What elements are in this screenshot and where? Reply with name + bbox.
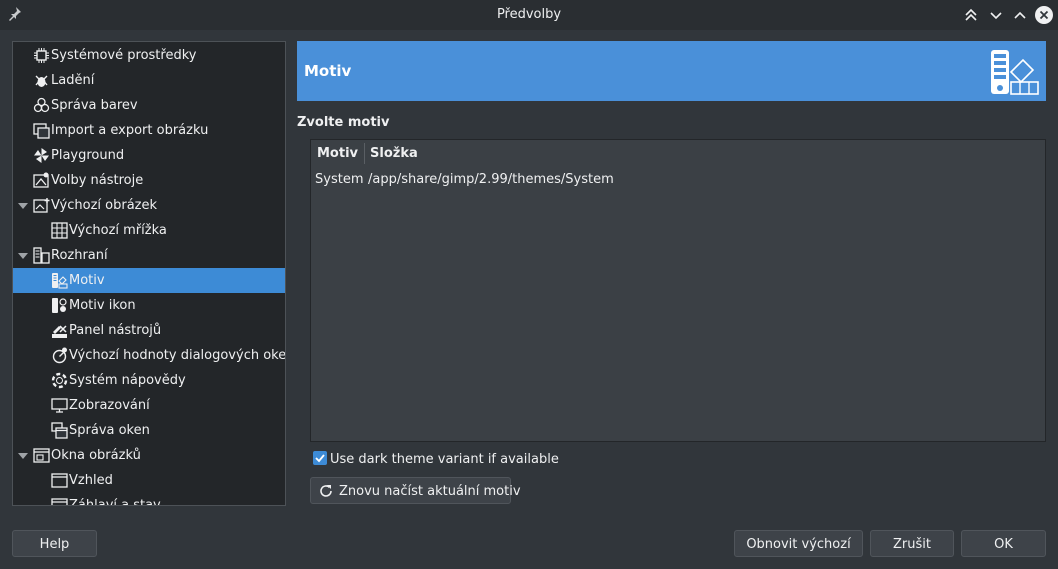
sidebar-item-grid[interactable]: Výchozí mřížka (13, 218, 285, 243)
import-export-icon (33, 122, 50, 139)
sidebar-item-help-system[interactable]: Systém nápovědy (13, 368, 285, 393)
column-header-folder[interactable]: Složka (370, 146, 418, 161)
sidebar-item-interface[interactable]: Rozhraní (13, 243, 285, 268)
cancel-label: Zrušit (893, 537, 931, 552)
help-label: Help (39, 537, 70, 552)
sidebar-item-label: Výchozí hodnoty dialogových oken (69, 348, 286, 363)
sidebar-item-label: Systémové prostředky (51, 48, 197, 63)
sidebar-item-label: Správa barev (51, 98, 138, 113)
tool-options-icon (33, 172, 50, 189)
sidebar-item-color-management[interactable]: Správa barev (13, 93, 285, 118)
sidebar-item-label: Správa oken (69, 423, 150, 438)
chevron-down-icon (990, 12, 1002, 20)
chevron-up-icon (1014, 11, 1026, 19)
column-header-theme[interactable]: Motiv (317, 146, 358, 161)
sidebar-item-label: Systém nápovědy (69, 373, 186, 388)
refresh-icon (318, 483, 334, 499)
dark-variant-label[interactable]: Use dark theme variant if available (330, 452, 559, 467)
expander-triangle-icon[interactable] (17, 450, 29, 462)
sidebar-item-window-management[interactable]: Správa oken (13, 418, 285, 443)
expander-triangle-icon[interactable] (17, 250, 29, 262)
help-system-icon (51, 372, 68, 389)
grid-icon (51, 222, 68, 239)
color-management-icon (33, 97, 50, 114)
sidebar-item-toolbox[interactable]: Panel nástrojů (13, 318, 285, 343)
window-management-icon (51, 422, 68, 439)
bug-icon (33, 72, 50, 89)
theme-folder-cell[interactable]: /app/share/gimp/2.99/themes/System (368, 172, 614, 187)
dark-variant-checkbox[interactable] (313, 451, 327, 465)
theme-icon (51, 272, 68, 289)
sidebar-item-label: Zobrazování (69, 398, 150, 413)
sidebar-item-label: Playground (51, 148, 125, 163)
toolbox-icon (51, 322, 68, 339)
preferences-tree[interactable]: Systémové prostředky Ladění Správa barev Im… (12, 41, 286, 506)
reset-label: Obnovit výchozí (746, 537, 851, 552)
dialog-defaults-icon (51, 347, 68, 364)
sidebar-item-tool-options[interactable]: Volby nástroje (13, 168, 285, 193)
sidebar-item-import-export[interactable]: Import a export obrázku (13, 118, 285, 143)
sidebar-item-label: Motiv (69, 273, 105, 288)
page-header: Motiv (297, 41, 1046, 101)
sidebar-item-image-windows[interactable]: Okna obrázků (13, 443, 285, 468)
sidebar-item-label: Záhlaví a stav (69, 498, 161, 506)
theme-name-cell[interactable]: System (315, 172, 363, 187)
ok-label: OK (994, 537, 1013, 552)
sidebar-item-new-image[interactable]: Výchozí obrázek (13, 193, 285, 218)
new-image-icon (33, 197, 50, 214)
sidebar-item-label: Výchozí obrázek (51, 198, 158, 213)
column-separator (364, 143, 365, 164)
double-chevron-up-icon (965, 8, 977, 21)
title-bar: Předvolby (0, 0, 1058, 30)
reset-button[interactable]: Obnovit výchozí (734, 530, 863, 557)
reload-theme-label: Znovu načíst aktuální motiv (339, 484, 521, 499)
sidebar-item-chip[interactable]: Systémové prostředky (13, 43, 285, 68)
interface-icon (33, 247, 50, 264)
section-title: Zvolte motiv (297, 115, 390, 130)
sidebar-item-label: Výchozí mřížka (69, 223, 167, 238)
ok-button[interactable]: OK (961, 530, 1046, 557)
window-title: Předvolby (496, 7, 562, 22)
sidebar-item-icon-theme[interactable]: Motiv ikon (13, 293, 285, 318)
chip-icon (33, 47, 50, 64)
maximize-button[interactable] (1010, 5, 1030, 25)
sidebar-item-title-status[interactable]: Záhlaví a stav (13, 493, 285, 506)
sidebar-item-bug[interactable]: Ladění (13, 68, 285, 93)
close-icon (1035, 6, 1053, 24)
sidebar-item-label: Motiv ikon (69, 298, 136, 313)
sidebar-item-label: Rozhraní (51, 248, 108, 263)
sidebar-item-appearance[interactable]: Vzhled (13, 468, 285, 493)
checkmark-icon (315, 454, 325, 463)
appearance-icon (51, 472, 68, 489)
pinwheel-icon (33, 147, 50, 164)
close-button[interactable] (1034, 5, 1054, 25)
sidebar-item-label: Vzhled (69, 473, 113, 488)
image-windows-icon (33, 447, 50, 464)
help-button[interactable]: Help (12, 530, 97, 557)
theme-palette-icon (990, 46, 1040, 96)
page-title: Motiv (304, 62, 352, 80)
sidebar-item-display[interactable]: Zobrazování (13, 393, 285, 418)
icon-theme-icon (51, 297, 68, 314)
sidebar-item-label: Volby nástroje (51, 173, 144, 188)
title-status-icon (51, 497, 68, 505)
sidebar-item-label: Panel nástrojů (69, 323, 162, 338)
minimize-button[interactable] (986, 5, 1006, 25)
cancel-button[interactable]: Zrušit (870, 530, 954, 557)
keep-above-button[interactable] (961, 5, 981, 25)
sidebar-item-pinwheel[interactable]: Playground (13, 143, 285, 168)
sidebar-item-label: Import a export obrázku (51, 123, 209, 138)
display-icon (51, 397, 68, 414)
reload-theme-button[interactable]: Znovu načíst aktuální motiv (310, 477, 521, 504)
sidebar-item-label: Ladění (51, 73, 95, 88)
sidebar-item-theme[interactable]: Motiv (13, 268, 285, 293)
theme-list[interactable]: Motiv Složka System /app/share/gimp/2.99… (310, 139, 1046, 442)
expander-triangle-icon[interactable] (17, 200, 29, 212)
sidebar-item-label: Okna obrázků (51, 448, 141, 463)
sidebar-item-dialog-defaults[interactable]: Výchozí hodnoty dialogových oken (13, 343, 285, 368)
